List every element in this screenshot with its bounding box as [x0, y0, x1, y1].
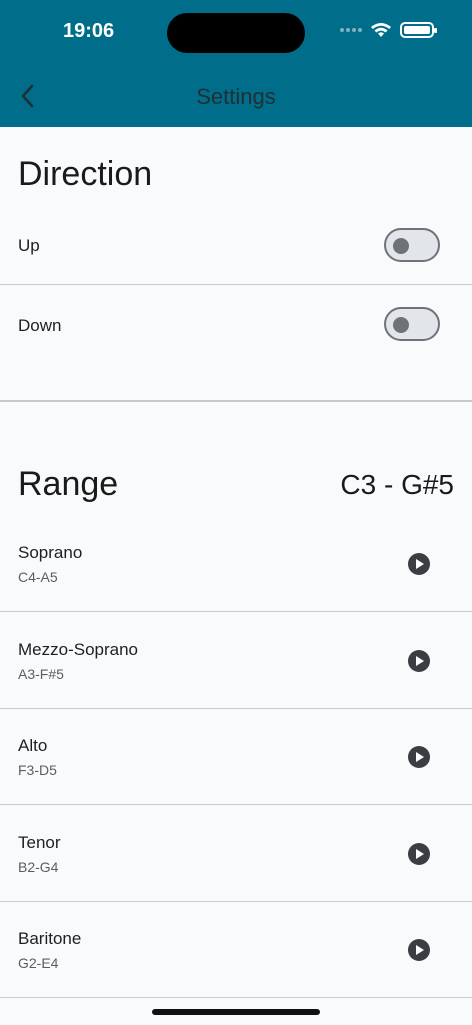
divider	[0, 997, 472, 998]
direction-up-label: Up	[18, 236, 40, 255]
voice-row-mezzo-soprano[interactable]: Mezzo-Soprano A3-F#5	[0, 640, 472, 736]
voice-name: Mezzo-Soprano	[18, 640, 139, 659]
direction-title: Direction	[18, 155, 153, 193]
voice-range: A3-F#5	[18, 666, 64, 682]
voice-range: C4-A5	[18, 569, 58, 585]
voice-row-alto[interactable]: Alto F3-D5	[0, 736, 472, 832]
section-divider	[0, 400, 472, 402]
signal-icon	[340, 28, 362, 32]
divider	[0, 708, 472, 709]
battery-icon	[400, 22, 437, 38]
direction-up-row: Up	[0, 205, 472, 285]
divider	[0, 804, 472, 805]
voice-name: Baritone	[18, 929, 82, 948]
divider	[0, 901, 472, 902]
page-title: Settings	[196, 84, 276, 109]
voice-range: G2-E4	[18, 955, 59, 971]
direction-down-label: Down	[18, 316, 62, 335]
range-value: C3 - G#5	[340, 469, 454, 500]
app-header: 19:06 Settings	[0, 0, 472, 127]
wifi-icon	[371, 23, 391, 37]
voice-name: Alto	[18, 736, 48, 755]
toggle-knob	[393, 317, 409, 333]
direction-down-row: Down	[0, 285, 472, 365]
direction-down-toggle[interactable]	[384, 307, 440, 341]
range-title: Range	[18, 465, 119, 503]
voice-name: Soprano	[18, 543, 83, 562]
play-icon[interactable]	[408, 746, 430, 768]
direction-up-toggle[interactable]	[384, 228, 440, 262]
toggle-knob	[393, 238, 409, 254]
voice-row-soprano[interactable]: Soprano C4-A5	[0, 543, 472, 639]
voice-row-tenor[interactable]: Tenor B2-G4	[0, 833, 472, 929]
status-icons	[340, 22, 437, 38]
play-icon[interactable]	[408, 553, 430, 575]
voice-range: F3-D5	[18, 762, 57, 778]
voice-name: Tenor	[18, 833, 61, 852]
dynamic-island	[167, 13, 305, 53]
play-icon[interactable]	[408, 650, 430, 672]
status-time: 19:06	[63, 20, 115, 42]
voice-range: B2-G4	[18, 859, 59, 875]
home-indicator	[152, 1009, 320, 1015]
play-icon[interactable]	[408, 939, 430, 961]
divider	[0, 611, 472, 612]
play-icon[interactable]	[408, 843, 430, 865]
